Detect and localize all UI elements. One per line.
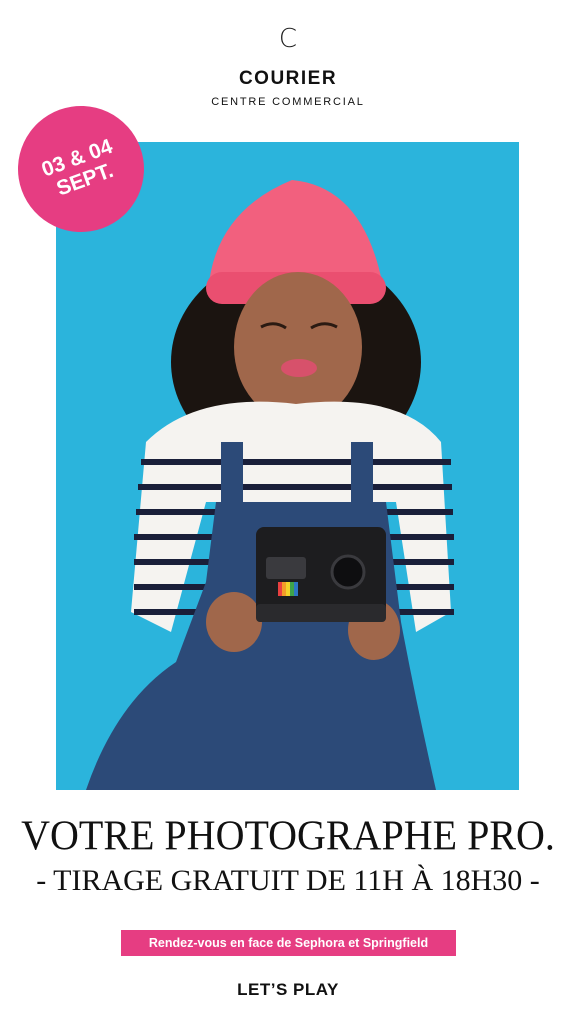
overall-strap-left: [221, 442, 243, 522]
location-pill: Rendez-vous en face de Sephora et Spring…: [121, 930, 456, 956]
brand-name: COURIER: [238, 68, 338, 89]
brand-logo-mark: C: [278, 24, 298, 54]
lets-play-link[interactable]: LET’S PLAY: [0, 980, 576, 1000]
subheadline: - TIRAGE GRATUIT DE 11H À 18H30 -: [36, 864, 540, 897]
hero-photo: [56, 142, 519, 790]
camera-lens: [330, 554, 366, 590]
tongue: [281, 359, 317, 377]
face: [234, 272, 362, 422]
headline: VOTRE PHOTOGRAPHE PRO.: [21, 811, 555, 860]
location-text: Rendez-vous en face de Sephora et Spring…: [148, 936, 429, 950]
overall-strap-right: [351, 442, 373, 522]
camera-rainbow-stripe: [278, 582, 298, 596]
left-hand: [206, 592, 262, 652]
hero-illustration: [56, 142, 519, 790]
